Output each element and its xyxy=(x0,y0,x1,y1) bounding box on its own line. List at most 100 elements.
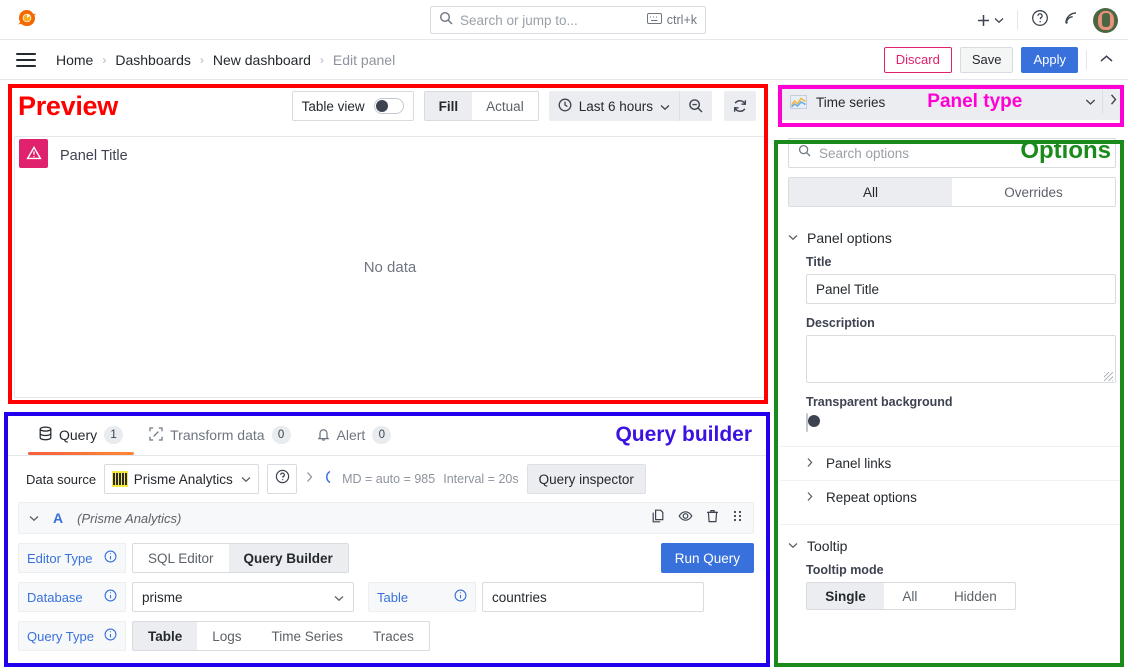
panel-type-name: Time series xyxy=(816,94,886,110)
panel-links-section[interactable]: Panel links xyxy=(780,446,1124,480)
query-inspector-button[interactable]: Query inspector xyxy=(526,464,646,494)
query-type-table-option[interactable]: Table xyxy=(133,622,198,650)
chevron-up-icon[interactable] xyxy=(1099,51,1114,69)
transform-icon xyxy=(149,426,163,444)
breadcrumb-item-home[interactable]: Home xyxy=(56,52,93,68)
query-type-logs-option[interactable]: Logs xyxy=(197,622,256,650)
query-row-actions xyxy=(651,509,743,528)
database-label-cell: Database xyxy=(18,582,126,612)
transparent-background-switch[interactable] xyxy=(806,413,820,432)
panel-description-textarea[interactable] xyxy=(806,335,1116,383)
info-circle-icon[interactable] xyxy=(104,589,117,605)
query-type-traces-option[interactable]: Traces xyxy=(358,622,429,650)
chevron-down-icon xyxy=(788,540,798,552)
tooltip-mode-single[interactable]: Single xyxy=(807,583,885,609)
time-series-icon xyxy=(790,95,807,109)
panel-editor-right-column: Time series Panel type Search options Op… xyxy=(776,80,1128,667)
bell-icon xyxy=(317,427,330,444)
add-new-button[interactable] xyxy=(976,13,1004,28)
panel-title-input[interactable]: Panel Title xyxy=(806,274,1116,304)
query-type-radio-group: Table Logs Time Series Traces xyxy=(132,621,430,651)
actual-option[interactable]: Actual xyxy=(472,92,538,120)
datasource-help-button[interactable] xyxy=(267,464,298,494)
editor-type-radio-group: SQL Editor Query Builder xyxy=(132,543,349,573)
drag-handle-icon[interactable] xyxy=(732,509,743,528)
info-circle-icon[interactable] xyxy=(104,550,117,566)
apply-button[interactable]: Apply xyxy=(1021,46,1078,73)
help-circle-icon[interactable] xyxy=(1031,9,1049,32)
chevron-down-icon xyxy=(660,99,670,114)
section-tooltip[interactable]: Tooltip xyxy=(780,524,1124,563)
interval-text: Interval = 20s xyxy=(443,472,519,486)
chevron-right-icon[interactable] xyxy=(305,470,314,488)
tooltip-mode-radio-group: Single All Hidden xyxy=(806,582,1016,610)
search-shortcut-text: ctrl+k xyxy=(666,13,697,27)
tab-transform-data[interactable]: Transform data 0 xyxy=(136,415,303,455)
chevron-down-icon xyxy=(788,232,798,244)
refresh-icon[interactable] xyxy=(724,91,756,121)
transparent-background-label: Transparent background xyxy=(806,395,953,409)
breadcrumb-item-dashboards[interactable]: Dashboards xyxy=(115,52,191,68)
query-type-time-series-option[interactable]: Time Series xyxy=(257,622,359,650)
zoom-out-icon[interactable] xyxy=(680,91,712,121)
datasource-value: Prisme Analytics xyxy=(133,471,233,487)
options-search-placeholder: Search options xyxy=(819,145,910,161)
annotation-preview-label: Preview xyxy=(18,90,118,121)
repeat-options-label: Repeat options xyxy=(826,490,917,505)
tab-transform-label: Transform data xyxy=(170,427,265,443)
chevron-right-icon[interactable] xyxy=(1109,93,1118,111)
clock-icon xyxy=(558,98,572,115)
hamburger-menu-icon[interactable] xyxy=(16,52,36,67)
save-button[interactable]: Save xyxy=(959,46,1014,73)
top-navigation-actions xyxy=(976,0,1118,40)
panel-edit-actions: Discard Save Apply xyxy=(883,46,1118,73)
rss-feed-icon[interactable] xyxy=(1062,9,1080,32)
tooltip-mode-all[interactable]: All xyxy=(884,583,936,609)
grafana-logo-icon[interactable] xyxy=(14,7,40,33)
query-row-header: A (Prisme Analytics) xyxy=(18,502,754,534)
tab-all[interactable]: All xyxy=(789,178,952,206)
panel-options-pane: Search options Options All Overrides Pan… xyxy=(780,130,1124,663)
breadcrumb-item-edit-panel: Edit panel xyxy=(332,51,396,68)
table-view-switch[interactable] xyxy=(373,98,404,114)
copy-icon[interactable] xyxy=(651,509,665,528)
chevron-down-icon[interactable] xyxy=(29,509,39,527)
query-type-row: Query Type Table Logs Time Series Traces xyxy=(18,621,754,651)
chevron-down-icon[interactable] xyxy=(1085,93,1096,111)
tab-alert[interactable]: Alert 0 xyxy=(304,415,405,455)
sql-editor-option[interactable]: SQL Editor xyxy=(133,544,229,572)
table-input[interactable]: countries xyxy=(482,582,704,612)
query-builder-option[interactable]: Query Builder xyxy=(228,544,348,572)
datasource-select[interactable]: Prisme Analytics xyxy=(104,464,260,494)
database-select[interactable]: prisme xyxy=(132,582,354,612)
run-query-button[interactable]: Run Query xyxy=(660,543,754,573)
time-range-picker[interactable]: Last 6 hours xyxy=(549,91,680,121)
chevron-down-icon xyxy=(241,470,251,488)
table-view-toggle[interactable]: Table view xyxy=(291,91,414,121)
tooltip-mode-hidden[interactable]: Hidden xyxy=(936,583,1015,609)
panel-preview-pane: Preview Table view Fill Actual Last 6 ho… xyxy=(4,82,768,406)
repeat-options-section[interactable]: Repeat options xyxy=(780,480,1124,514)
panel-type-selector[interactable]: Time series Panel type xyxy=(780,84,1124,120)
query-builder-pane: Query 1 Transform data 0 Alert 0 Query b… xyxy=(4,414,768,665)
breadcrumb-item-new-dashboard[interactable]: New dashboard xyxy=(213,52,311,68)
discard-button[interactable]: Discard xyxy=(883,46,952,73)
eye-icon[interactable] xyxy=(678,509,693,528)
fill-option[interactable]: Fill xyxy=(424,92,473,120)
trash-icon[interactable] xyxy=(706,509,719,528)
tab-overrides[interactable]: Overrides xyxy=(952,178,1115,206)
tab-query[interactable]: Query 1 xyxy=(26,415,136,455)
keyboard-icon xyxy=(646,13,662,27)
info-circle-icon[interactable] xyxy=(454,589,467,605)
plus-icon xyxy=(978,14,989,26)
resize-grip-icon[interactable] xyxy=(1104,372,1113,381)
user-avatar[interactable] xyxy=(1093,7,1118,33)
section-panel-options[interactable]: Panel options xyxy=(780,217,1124,255)
panel-title-label: Title xyxy=(806,255,832,269)
options-search-input[interactable]: Search options Options xyxy=(788,137,1116,168)
info-circle-icon[interactable] xyxy=(104,628,117,644)
search-input[interactable]: Search or jump to... ctrl+k xyxy=(430,6,706,34)
editor-type-row: Editor Type SQL Editor Query Builder Run… xyxy=(18,543,754,573)
chevron-down-icon xyxy=(994,17,1004,23)
panel-description-label: Description xyxy=(806,316,875,330)
